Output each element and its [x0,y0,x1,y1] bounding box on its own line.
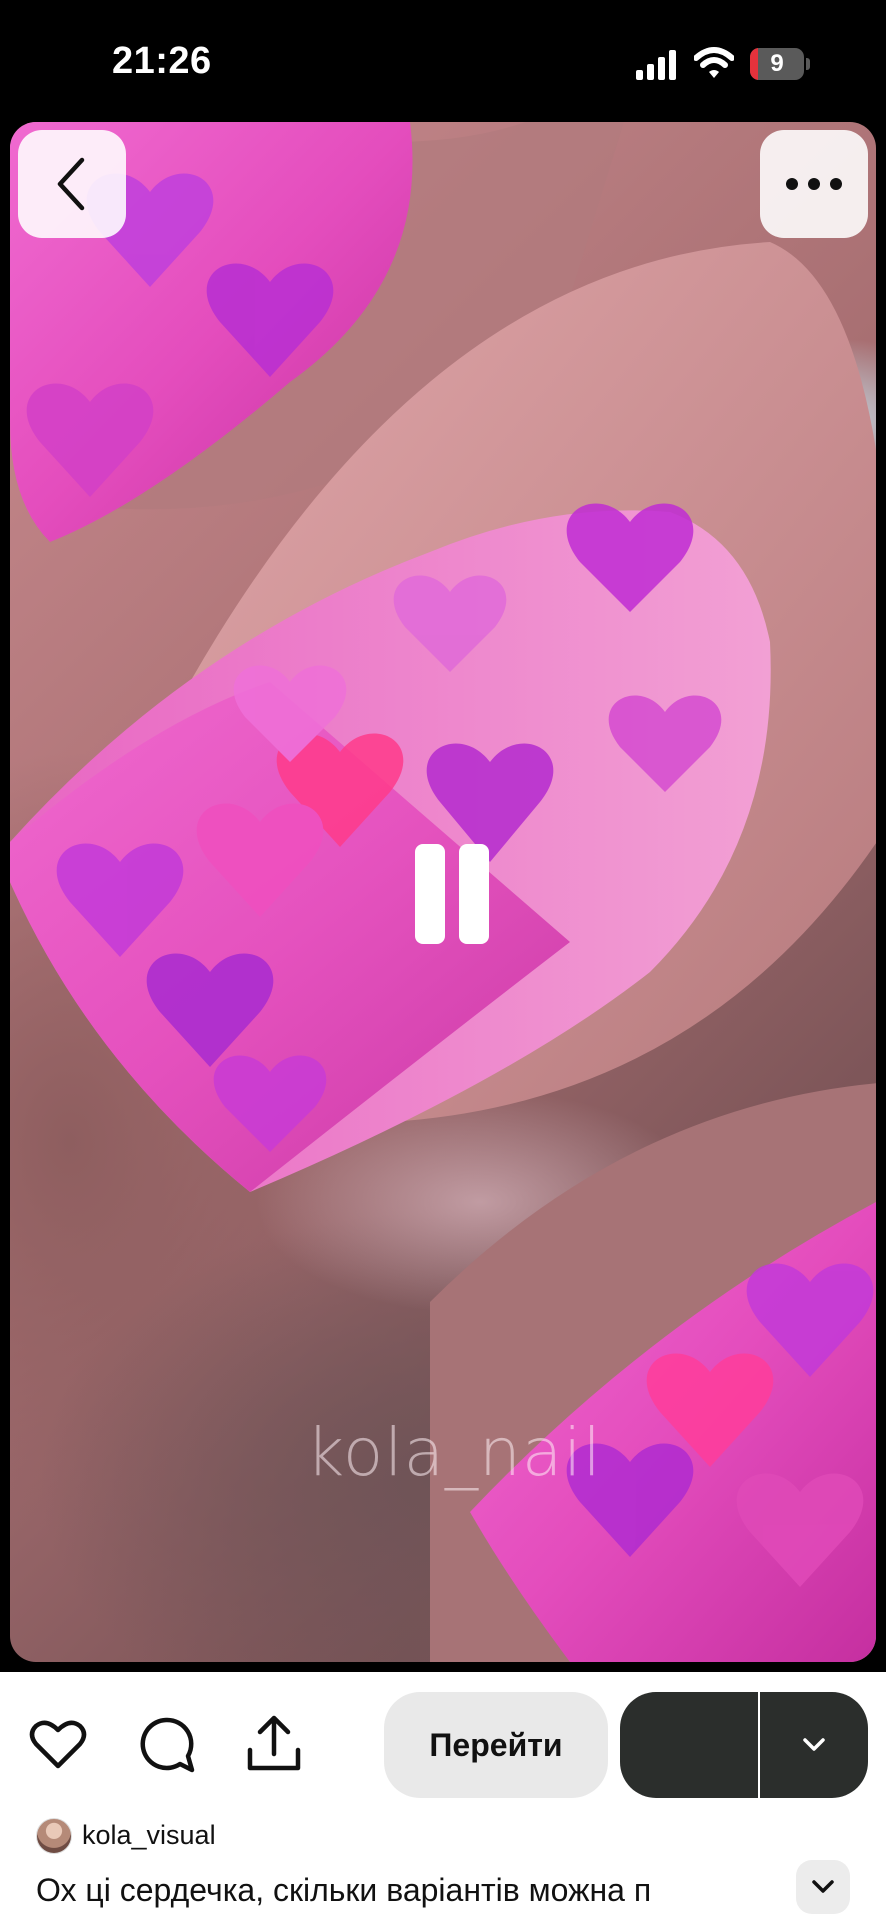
chevron-left-icon [57,157,85,211]
pause-icon-bar [459,844,489,944]
battery-level: 9 [770,50,784,77]
author-name[interactable]: kola_visual [82,1820,216,1851]
save-button[interactable] [620,1692,758,1798]
pin-screen: 21:26 9 kola_nail Перейти kola_visual Ох… [0,0,886,1920]
more-horizontal-icon [786,178,842,190]
comment-icon[interactable] [136,1714,196,1774]
visit-button[interactable]: Перейти [384,1692,608,1798]
save-dropdown-button[interactable] [760,1692,868,1798]
wifi-icon [694,47,734,78]
status-bar: 21:26 9 [0,0,886,122]
chevron-down-icon [803,1738,825,1751]
pin-description: Ох ці сердечка, скільки варіантів можна … [36,1872,652,1908]
battery-icon: 9 [750,48,810,80]
pause-button[interactable] [405,844,495,954]
status-time: 21:26 [112,40,212,82]
share-icon[interactable] [244,1714,304,1774]
pin-video[interactable]: kola_nail [10,122,876,1662]
pause-icon [415,844,445,944]
avatar[interactable] [36,1818,72,1854]
expand-description-button[interactable] [796,1860,850,1914]
heart-icon[interactable] [28,1714,88,1774]
chevron-down-icon [812,1880,834,1893]
signal-icon [636,50,676,80]
more-options-button[interactable] [760,130,868,238]
video-watermark: kola_nail [306,1414,602,1491]
back-button[interactable] [18,130,126,238]
